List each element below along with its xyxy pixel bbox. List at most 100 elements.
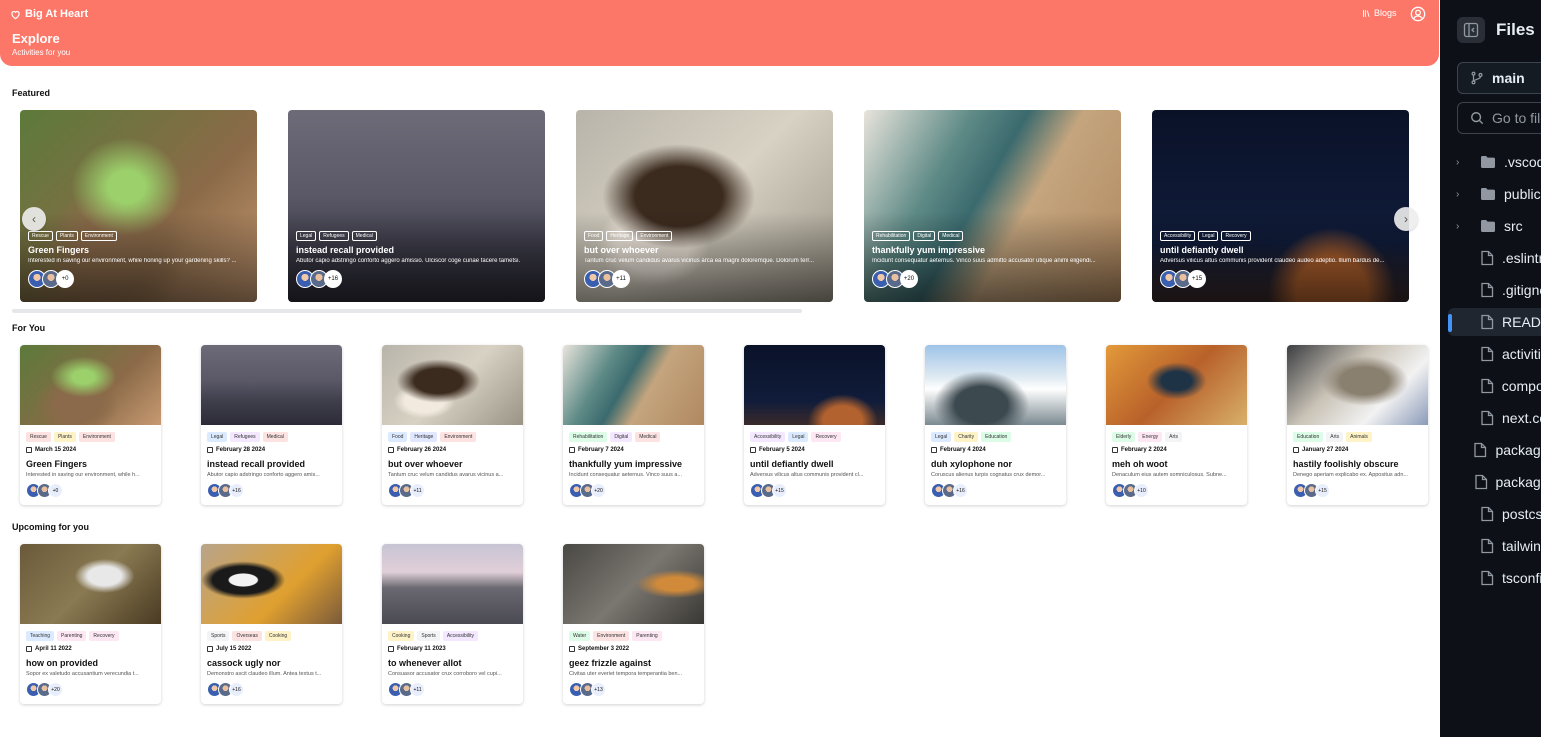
participants: +10 xyxy=(1112,483,1149,498)
carousel-prev-button[interactable]: ‹ xyxy=(22,207,46,231)
file-item[interactable]: postcss xyxy=(1448,500,1541,528)
tag-list: Sports Overseas Cooking xyxy=(207,631,292,641)
activity-card[interactable]: Water Environment Parenting September 3 202… xyxy=(563,544,704,704)
carousel-scrollbar[interactable] xyxy=(12,309,802,313)
file-item[interactable]: tailwind xyxy=(1448,532,1541,560)
tag: Legal xyxy=(296,231,317,241)
activity-card[interactable]: Food Heritage Environment February 26 2024 b… xyxy=(382,345,523,505)
card-description: Adversus vilicus altus communis providen… xyxy=(1160,258,1385,264)
tag: Accessibility xyxy=(750,432,786,442)
brand-logo[interactable]: Big At Heart xyxy=(10,8,88,20)
participants: +0 xyxy=(28,270,74,288)
file-name: public xyxy=(1504,186,1541,202)
date-text: February 5 2024 xyxy=(759,447,805,453)
go-to-file-input[interactable]: Go to file xyxy=(1457,102,1541,134)
tag: Legal xyxy=(931,432,952,442)
card-title: thankfully yum impressive xyxy=(569,459,683,469)
tag: Arts xyxy=(1165,432,1183,442)
file-item[interactable]: activities xyxy=(1448,340,1541,368)
tag-list: Food Heritage Environment xyxy=(584,231,673,241)
file-sidebar: Files main Go to file › .vscode › public › sr… xyxy=(1440,0,1541,737)
main-app: Big At Heart Explore Activities for you … xyxy=(0,0,1440,737)
file-name: activities xyxy=(1502,346,1541,362)
tag-list: Teaching Parenting Recovery xyxy=(26,631,119,641)
participants: +11 xyxy=(584,270,630,288)
tag: Rescue xyxy=(26,432,51,442)
file-item[interactable]: package.json xyxy=(1448,436,1541,464)
file-item[interactable]: .eslintrc xyxy=(1448,244,1541,272)
tag: Recovery xyxy=(811,432,841,442)
featured-card[interactable]: Accessibility Legal Recovery until defiantl… xyxy=(1152,110,1409,302)
calendar-icon xyxy=(26,646,32,652)
participants: +11 xyxy=(388,682,425,697)
folder-icon xyxy=(1480,219,1496,233)
tag-list: Accessibility Legal Recovery xyxy=(1160,231,1251,241)
featured-heading: Featured xyxy=(12,88,51,98)
card-date: September 3 2022 xyxy=(569,646,629,652)
activity-card[interactable]: Rescue Plants Environment March 15 2024 Gree… xyxy=(20,345,161,505)
chevron-right-icon: › xyxy=(1456,220,1460,232)
participants: +13 xyxy=(569,682,606,697)
file-name: package.json xyxy=(1495,442,1541,458)
file-item[interactable]: tsconfig xyxy=(1448,564,1541,592)
folder-item[interactable]: › public xyxy=(1448,180,1541,208)
card-image xyxy=(925,345,1066,425)
activity-card[interactable]: Accessibility Legal Recovery February 5 202… xyxy=(744,345,885,505)
file-name: postcss xyxy=(1502,506,1541,522)
participants: +15 xyxy=(1160,270,1206,288)
file-item[interactable]: .gitignore xyxy=(1448,276,1541,304)
folder-item[interactable]: › src xyxy=(1448,212,1541,240)
card-title: until defiantly dwell xyxy=(750,459,834,469)
activity-card[interactable]: Cooking Sports Accessibility February 11 20… xyxy=(382,544,523,704)
card-date: February 26 2024 xyxy=(388,447,446,453)
tag: Rescue xyxy=(28,231,53,241)
folder-item[interactable]: › .vscode xyxy=(1448,148,1541,176)
file-item[interactable]: next.config xyxy=(1448,404,1541,432)
file-item[interactable]: README xyxy=(1448,308,1541,336)
card-date: January 27 2024 xyxy=(1293,447,1348,453)
branch-selector[interactable]: main xyxy=(1457,62,1541,94)
participant-count: +16 xyxy=(229,483,244,498)
activity-card[interactable]: Elderly Energy Arts February 2 2024 meh oh w… xyxy=(1106,345,1247,505)
chevron-right-icon: › xyxy=(1404,212,1408,226)
participant-count: +11 xyxy=(612,270,630,288)
card-description: Abutor capio adstringo conforto aggero a… xyxy=(207,472,320,478)
heart-icon xyxy=(11,10,20,19)
tag: Accessibility xyxy=(1160,231,1196,241)
featured-card[interactable]: Rehabilitation Digital Medical thankfully y… xyxy=(864,110,1121,302)
tag: Sports xyxy=(417,631,440,641)
participant-count: +20 xyxy=(591,483,606,498)
featured-card[interactable]: Legal Refugees Medical instead recall provi… xyxy=(288,110,545,302)
folder-icon xyxy=(1480,155,1496,169)
activity-card[interactable]: Sports Overseas Cooking July 15 2022 cassock… xyxy=(201,544,342,704)
activity-card[interactable]: Legal Charity Education February 4 2024 duh … xyxy=(925,345,1066,505)
file-icon xyxy=(1480,410,1494,426)
tag: Recovery xyxy=(1221,231,1251,241)
card-description: Tantum cruc velum candidus avarus vicinu… xyxy=(584,258,815,264)
tag-list: Food Heritage Environment xyxy=(388,432,477,442)
carousel-next-button[interactable]: › xyxy=(1394,207,1418,231)
calendar-icon xyxy=(931,447,937,453)
activity-card[interactable]: Teaching Parenting Recovery April 11 2022 ho… xyxy=(20,544,161,704)
user-account-icon[interactable] xyxy=(1410,6,1426,22)
file-icon xyxy=(1473,442,1487,458)
activity-card[interactable]: Legal Refugees Medical February 28 2024 inst… xyxy=(201,345,342,505)
card-title: duh xylophone nor xyxy=(931,459,1012,469)
tag: Digital xyxy=(610,432,633,442)
sidebar-toggle-button[interactable] xyxy=(1457,17,1485,43)
tag: Sports xyxy=(207,631,230,641)
card-image xyxy=(201,544,342,624)
card-date: March 15 2024 xyxy=(26,447,76,453)
activity-card[interactable]: Education Arts Animals January 27 2024 hasti… xyxy=(1287,345,1428,505)
tag: Medical xyxy=(351,231,377,241)
file-item[interactable]: package-lock xyxy=(1448,468,1541,496)
featured-card[interactable]: Rescue Plants Environment Green Fingers Inte… xyxy=(20,110,257,302)
tag-list: Cooking Sports Accessibility xyxy=(388,631,479,641)
file-name: next.config xyxy=(1502,410,1541,426)
tag: Charity xyxy=(954,432,979,442)
blogs-link[interactable]: Blogs xyxy=(1362,8,1397,18)
featured-card[interactable]: Food Heritage Environment but over whoever T… xyxy=(576,110,833,302)
participant-count: +10 xyxy=(1134,483,1149,498)
file-item[interactable]: components xyxy=(1448,372,1541,400)
activity-card[interactable]: Rehabilitation Digital Medical February 7 2… xyxy=(563,345,704,505)
